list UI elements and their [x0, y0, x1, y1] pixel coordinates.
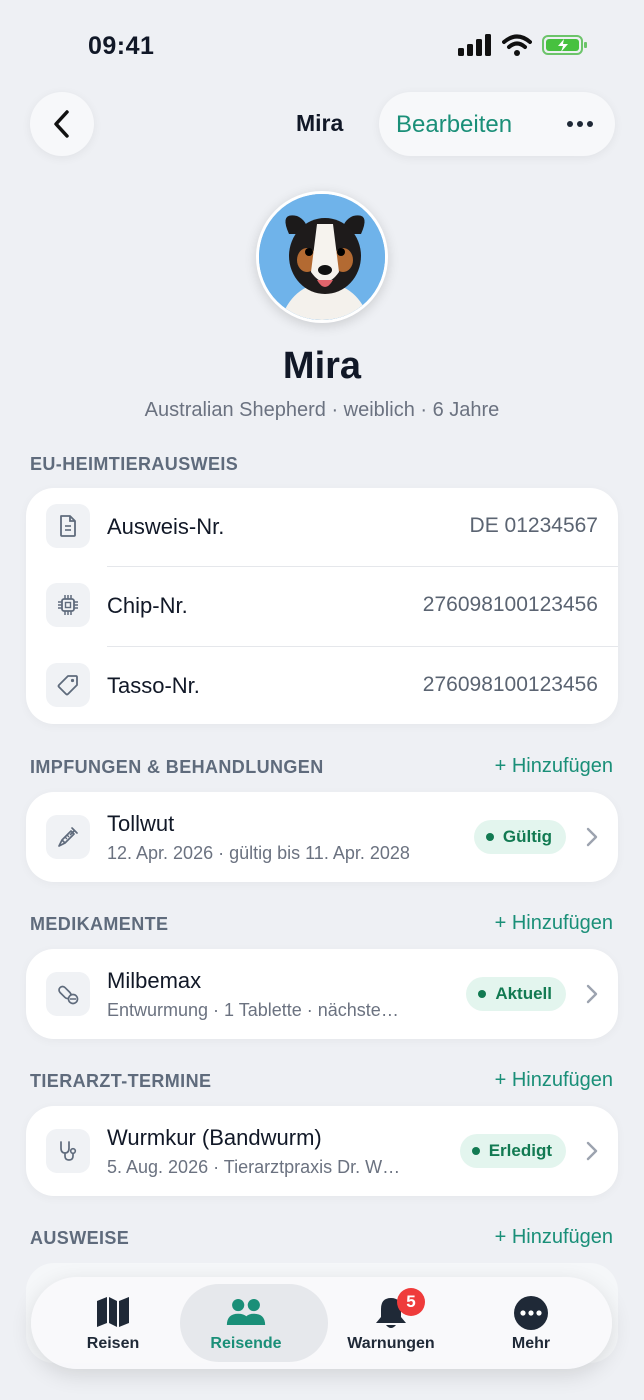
- document-icon: [46, 504, 90, 548]
- section-title-passport: EU-HEIMTIERAUSWEIS: [30, 454, 239, 474]
- section-title-vet: TIERARZT-TERMINE: [30, 1071, 212, 1091]
- medication-subtitle: Entwurmung · 1 Tablette · nächste…: [107, 1000, 399, 1020]
- appointment-subtitle: 5. Aug. 2026 · Tierarztpraxis Dr. W…: [107, 1157, 401, 1177]
- more-dot: [577, 121, 583, 127]
- add-medication-button[interactable]: + Hinzufügen: [495, 912, 613, 935]
- battery-icon: [542, 35, 587, 55]
- section-title-documents: AUSWEISE: [30, 1228, 130, 1248]
- chevron-right-icon: [586, 1141, 598, 1161]
- pet-avatar[interactable]: [256, 191, 388, 323]
- tab-label: Mehr: [511, 1335, 551, 1352]
- status-badge: Gültig: [473, 820, 566, 854]
- passport-row-chip[interactable]: Chip-Nr. 276098100123456: [26, 567, 618, 647]
- vaccination-subtitle: 12. Apr. 2026 · gültig bis 11. Apr. 2028: [107, 843, 410, 863]
- syringe-icon: [46, 815, 90, 859]
- tasso-label: Tasso-Nr.: [107, 673, 200, 698]
- more-icon: [511, 1295, 551, 1331]
- tab-bar: Reisen Reisende 5 Warnungen Mehr: [31, 1277, 612, 1369]
- nav-actions: Bearbeiten: [379, 92, 615, 156]
- status-icons: [458, 34, 588, 56]
- more-dot: [587, 121, 593, 127]
- chevron-right-icon: [586, 827, 598, 847]
- chip-icon: [46, 583, 90, 627]
- people-icon: [226, 1295, 266, 1331]
- map-icon: [93, 1295, 133, 1331]
- medication-card[interactable]: Milbemax Entwurmung · 1 Tablette · nächs…: [26, 949, 618, 1039]
- add-appointment-button[interactable]: + Hinzufügen: [495, 1069, 613, 1092]
- status-badge: Erledigt: [459, 1134, 566, 1168]
- nav-bar: Mira Bearbeiten: [0, 90, 644, 156]
- section-title-medications: MEDIKAMENTE: [30, 914, 169, 934]
- passport-card: Ausweis-Nr. DE 01234567 Chip-Nr. 2760981…: [26, 488, 618, 724]
- chip-label: Chip-Nr.: [107, 593, 188, 618]
- add-document-button[interactable]: + Hinzufügen: [495, 1226, 613, 1249]
- pill-icon: [46, 972, 90, 1016]
- tasso-value: 276098100123456: [422, 673, 598, 696]
- pet-name: Mira: [282, 345, 362, 387]
- nav-title: Mira: [296, 110, 344, 136]
- pet-details: Australian Shepherd · weiblich · 6 Jahre: [144, 399, 500, 421]
- chip-value: 276098100123456: [422, 593, 598, 616]
- medication-title: Milbemax: [107, 968, 202, 993]
- tab-label: Warnungen: [347, 1335, 435, 1352]
- tab-label: Reisende: [210, 1335, 282, 1352]
- add-vaccination-button[interactable]: + Hinzufügen: [495, 755, 613, 778]
- tab-reisen[interactable]: Reisen: [43, 1277, 183, 1369]
- passport-row-ausweis[interactable]: Ausweis-Nr. DE 01234567: [26, 488, 618, 568]
- status-bar: 09:41: [0, 0, 644, 90]
- wifi-icon: [502, 34, 532, 56]
- notification-badge: 5: [397, 1288, 425, 1316]
- edit-button[interactable]: Bearbeiten: [396, 111, 512, 139]
- more-dot: [567, 121, 573, 127]
- tab-label: Reisen: [86, 1335, 140, 1352]
- appointment-card[interactable]: Wurmkur (Bandwurm) 5. Aug. 2026 · Tierar…: [26, 1106, 618, 1196]
- tab-reisende[interactable]: Reisende: [176, 1277, 328, 1369]
- tag-icon: [46, 663, 90, 707]
- tab-mehr[interactable]: Mehr: [461, 1277, 601, 1369]
- appointment-title: Wurmkur (Bandwurm): [107, 1125, 322, 1150]
- tab-warnungen[interactable]: 5 Warnungen: [321, 1277, 461, 1369]
- signal-icon: [458, 34, 491, 56]
- passport-row-tasso[interactable]: Tasso-Nr. 276098100123456: [26, 647, 618, 727]
- status-badge: Aktuell: [466, 977, 566, 1011]
- passport-value: DE 01234567: [469, 514, 598, 537]
- back-button[interactable]: [30, 92, 94, 156]
- section-title-vaccinations: IMPFUNGEN & BEHANDLUNGEN: [30, 757, 324, 777]
- vaccination-title: Tollwut: [107, 811, 175, 836]
- stethoscope-icon: [46, 1129, 90, 1173]
- more-options-button[interactable]: [563, 110, 597, 138]
- dog-photo: [259, 194, 385, 320]
- passport-label: Ausweis-Nr.: [107, 514, 225, 539]
- vaccination-card[interactable]: Tollwut 12. Apr. 2026 · gültig bis 11. A…: [26, 792, 618, 882]
- chevron-right-icon: [586, 984, 598, 1004]
- status-time: 09:41: [88, 32, 155, 60]
- chevron-left-icon: [54, 110, 69, 138]
